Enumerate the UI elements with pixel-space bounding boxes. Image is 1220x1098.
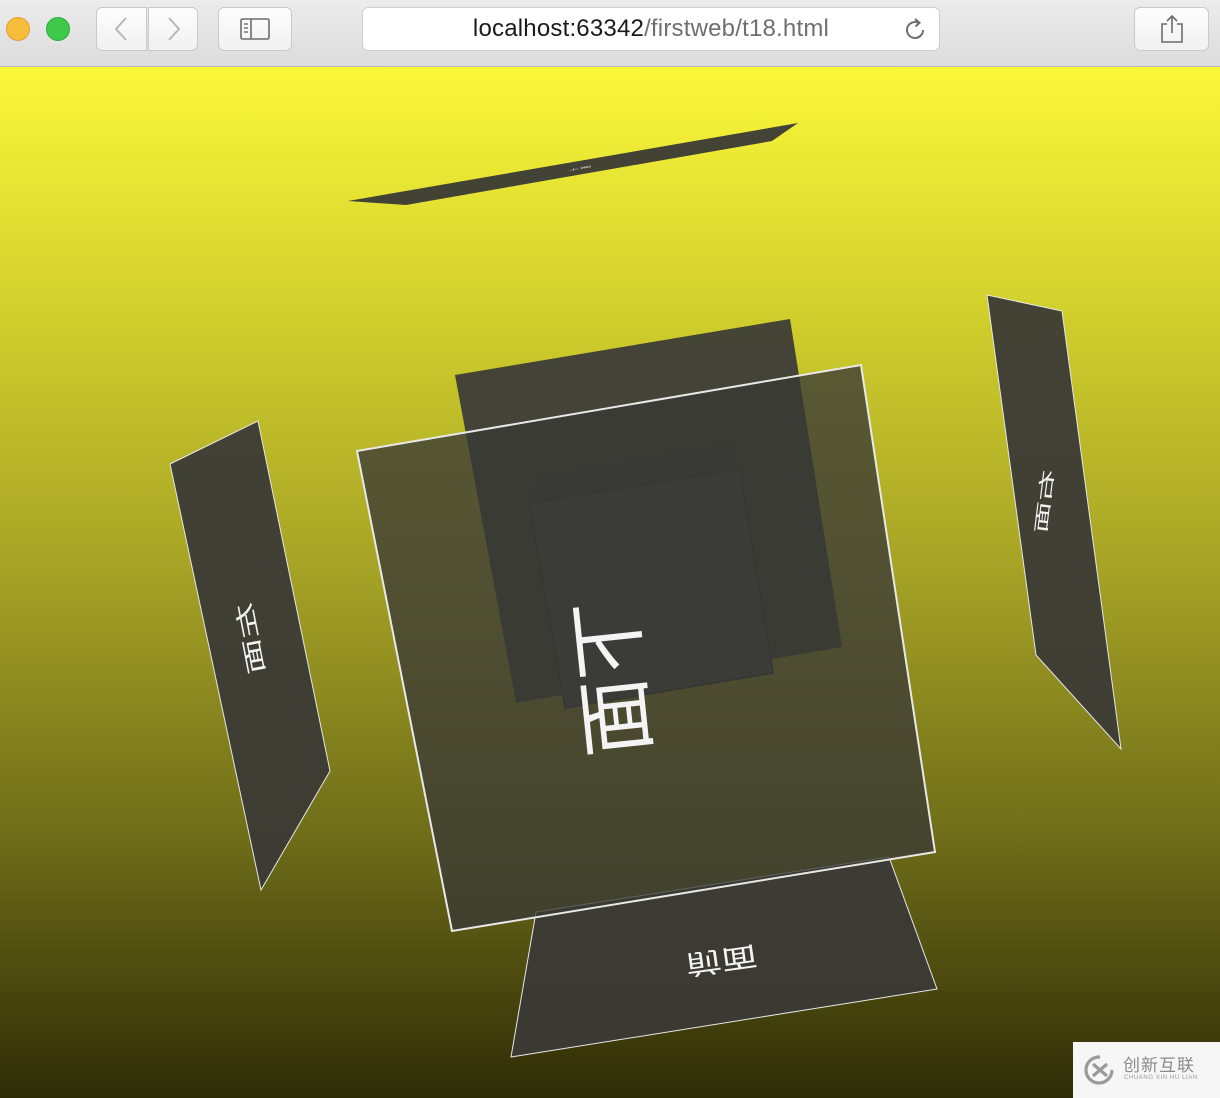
cube-face-bottom-label: 下面 <box>561 595 667 760</box>
cube-face-top <box>348 123 798 205</box>
chevron-right-icon <box>168 17 181 41</box>
url-text: localhost:63342/firstweb/t18.html <box>363 8 939 50</box>
sidebar-button[interactable] <box>218 7 292 51</box>
sidebar-icon <box>240 18 270 40</box>
brand-logo-icon <box>1084 1055 1114 1085</box>
back-button[interactable] <box>96 7 147 51</box>
watermark: 创新互联 CHUANG XIN HU LIAN <box>1073 1042 1220 1098</box>
url-host: localhost:63342 <box>472 15 645 42</box>
url-path: /firstweb/t18.html <box>644 15 830 42</box>
browser-toolbar: localhost:63342/firstweb/t18.html <box>0 0 1220 67</box>
forward-button[interactable] <box>148 7 198 51</box>
watermark-brand: 创新互联 <box>1123 1056 1195 1076</box>
share-button[interactable] <box>1134 7 1209 51</box>
reload-icon[interactable] <box>901 16 929 44</box>
address-bar[interactable]: localhost:63342/firstweb/t18.html <box>362 7 940 51</box>
cube-face-right <box>986 294 1122 751</box>
chevron-left-icon <box>114 17 127 41</box>
minimize-button[interactable] <box>6 17 30 41</box>
page-content: 上面 右面 左面 前面 下面 创新互联 CHUANG XIN HU LIAN <box>0 67 1220 1098</box>
share-icon <box>1160 14 1183 43</box>
browser-window: localhost:63342/firstweb/t18.html 上面 右面 <box>0 0 1220 1098</box>
zoom-button[interactable] <box>46 17 70 41</box>
cube-scene: 上面 右面 左面 前面 下面 <box>169 123 1122 1058</box>
watermark-subtitle: CHUANG XIN HU LIAN <box>1124 1075 1198 1081</box>
